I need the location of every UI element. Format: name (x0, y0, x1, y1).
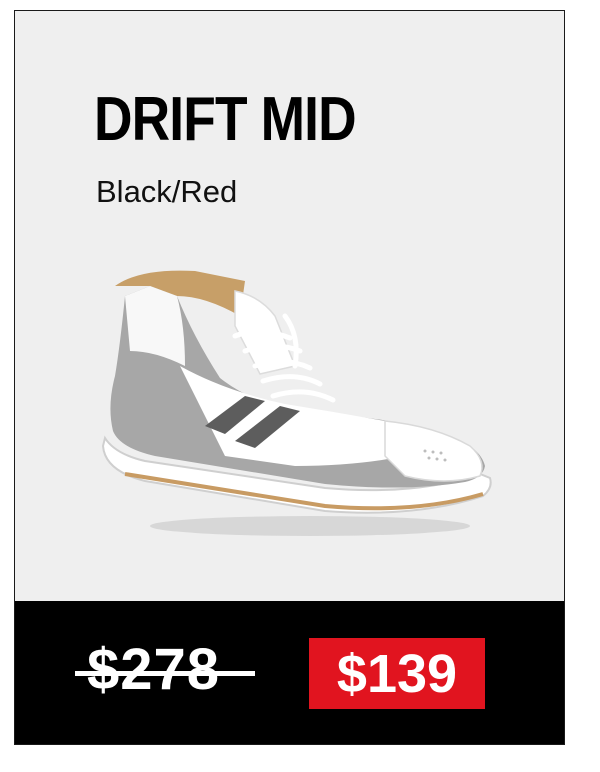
product-card[interactable]: DRIFT MID Black/Red $278 $139 (14, 10, 565, 745)
price-strikethrough (75, 671, 255, 676)
sneaker-image (101, 270, 492, 536)
price-bar: $278 $139 (15, 601, 564, 744)
original-price: $278 (87, 637, 221, 702)
product-colorway: Black/Red (96, 174, 238, 209)
sale-price-badge[interactable]: $139 (309, 638, 485, 709)
product-title: DRIFT MID (94, 85, 357, 154)
sale-price: $139 (336, 643, 458, 704)
